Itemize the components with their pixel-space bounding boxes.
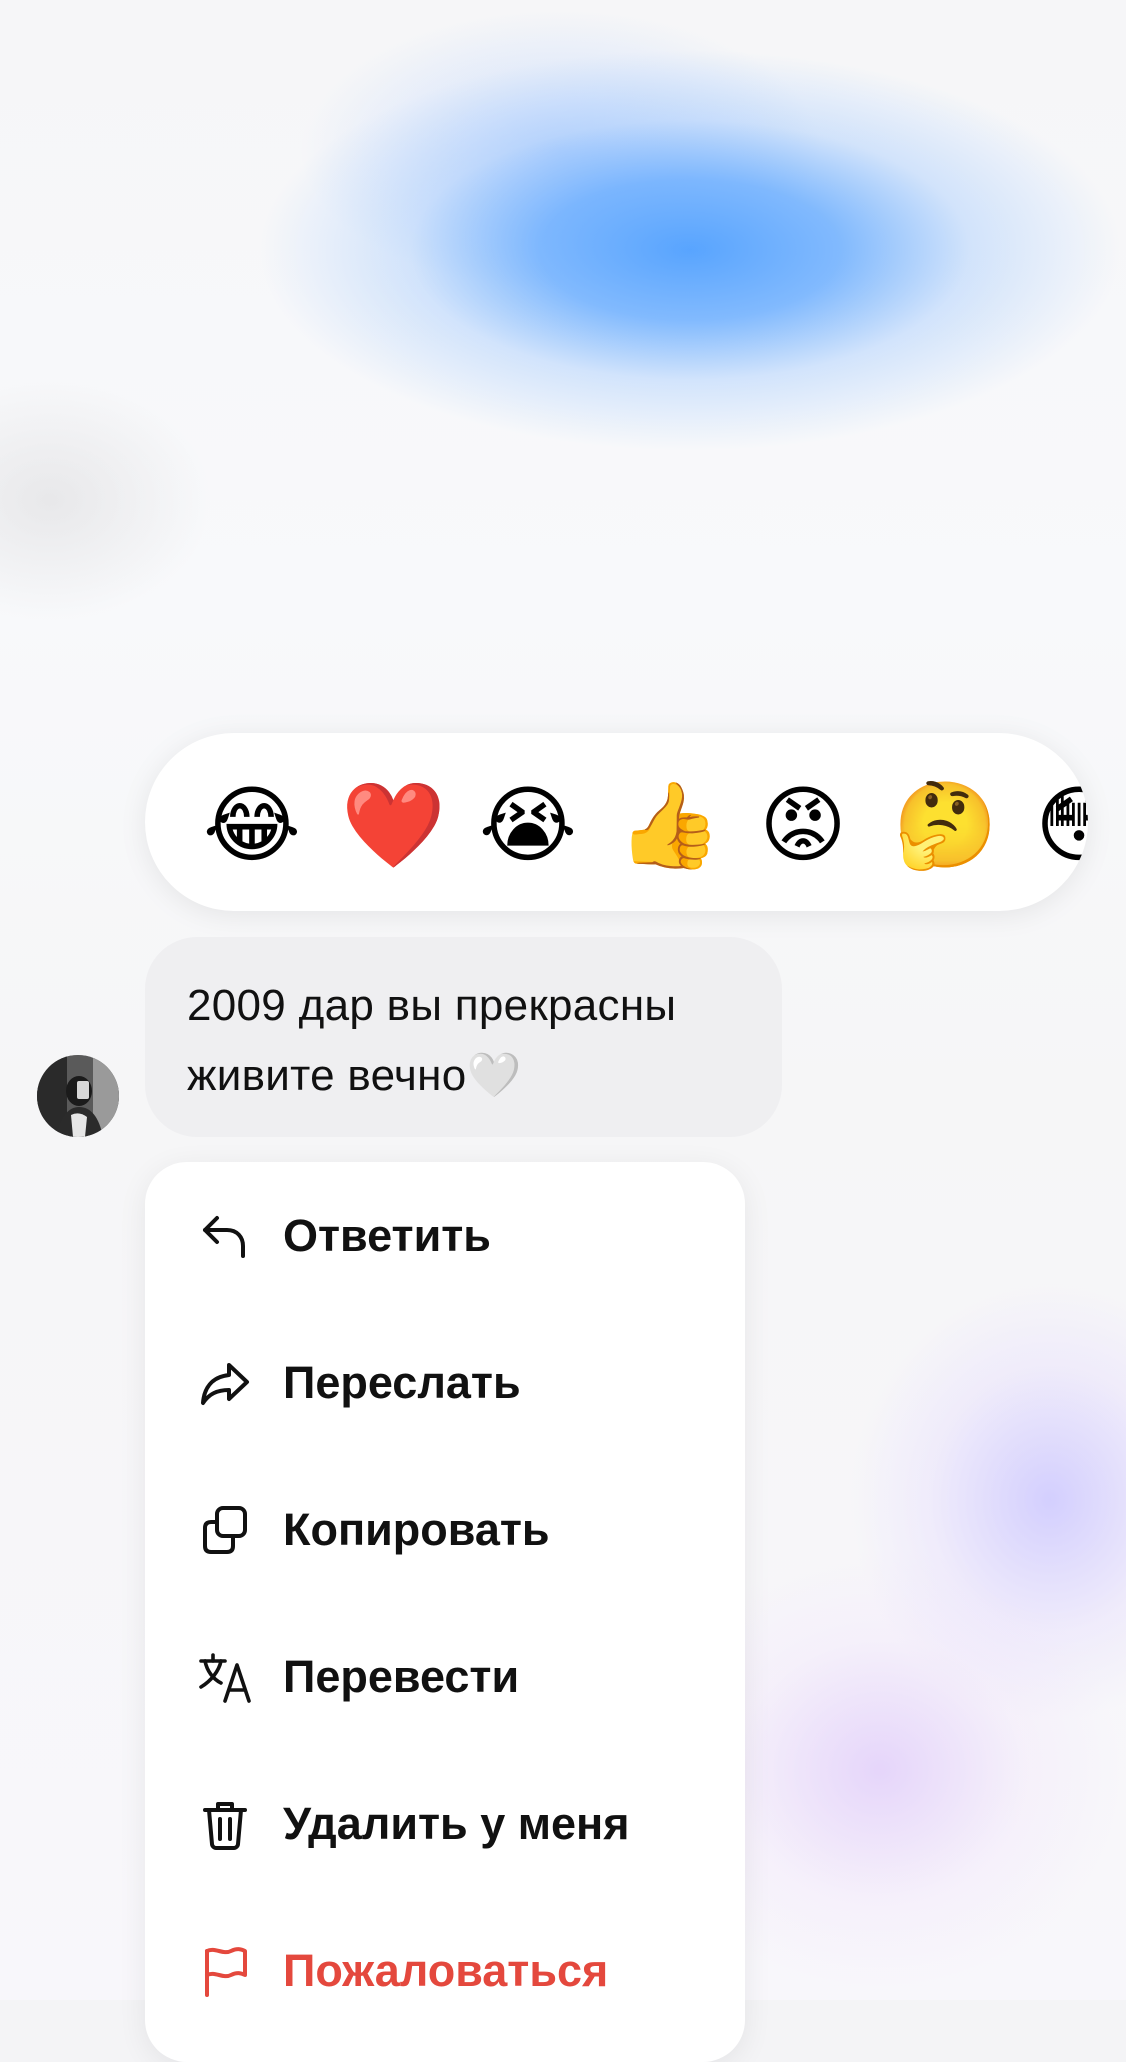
menu-item-translate[interactable]: Перевести	[145, 1603, 745, 1750]
flag-icon	[197, 1943, 253, 1999]
context-menu: Ответить Переслать Копировать Перевести …	[145, 1162, 745, 2062]
avatar[interactable]	[37, 1055, 119, 1137]
menu-item-delete[interactable]: Удалить у меня	[145, 1750, 745, 1897]
menu-item-copy[interactable]: Копировать	[145, 1456, 745, 1603]
reaction-flushed[interactable]: 😳	[1031, 777, 1088, 873]
reaction-thumbs-up[interactable]: 👍	[617, 777, 722, 873]
reply-arrow-icon	[197, 1208, 253, 1264]
menu-item-reply[interactable]: Ответить	[145, 1162, 745, 1309]
forward-arrow-icon	[197, 1355, 253, 1411]
menu-item-label: Пожаловаться	[283, 1945, 609, 1996]
menu-item-forward[interactable]: Переслать	[145, 1309, 745, 1456]
reaction-bar: 😂 ❤️ 😭 👍 😡 🤔 😳	[145, 733, 1088, 911]
reaction-crying[interactable]: 😭	[479, 777, 577, 873]
message-bubble[interactable]: 2009 дар вы прекрасны живите вечно🤍	[145, 937, 782, 1137]
menu-item-label: Перевести	[283, 1651, 520, 1702]
avatar-photo	[37, 1055, 119, 1137]
menu-item-label: Переслать	[283, 1357, 521, 1408]
reaction-thinking[interactable]: 🤔	[893, 777, 998, 873]
reaction-angry[interactable]: 😡	[755, 777, 851, 873]
menu-item-report[interactable]: Пожаловаться	[145, 1897, 745, 2044]
trash-icon	[197, 1796, 253, 1852]
menu-item-label: Удалить у меня	[283, 1798, 630, 1849]
menu-item-label: Копировать	[283, 1504, 550, 1555]
reaction-laughing-tears[interactable]: 😂	[203, 777, 301, 873]
copy-icon	[197, 1502, 253, 1558]
translate-icon	[197, 1649, 253, 1705]
menu-item-label: Ответить	[283, 1210, 491, 1261]
reaction-heart[interactable]: ❤️	[341, 777, 446, 873]
message-text: 2009 дар вы прекрасны живите вечно🤍	[187, 981, 677, 1100]
